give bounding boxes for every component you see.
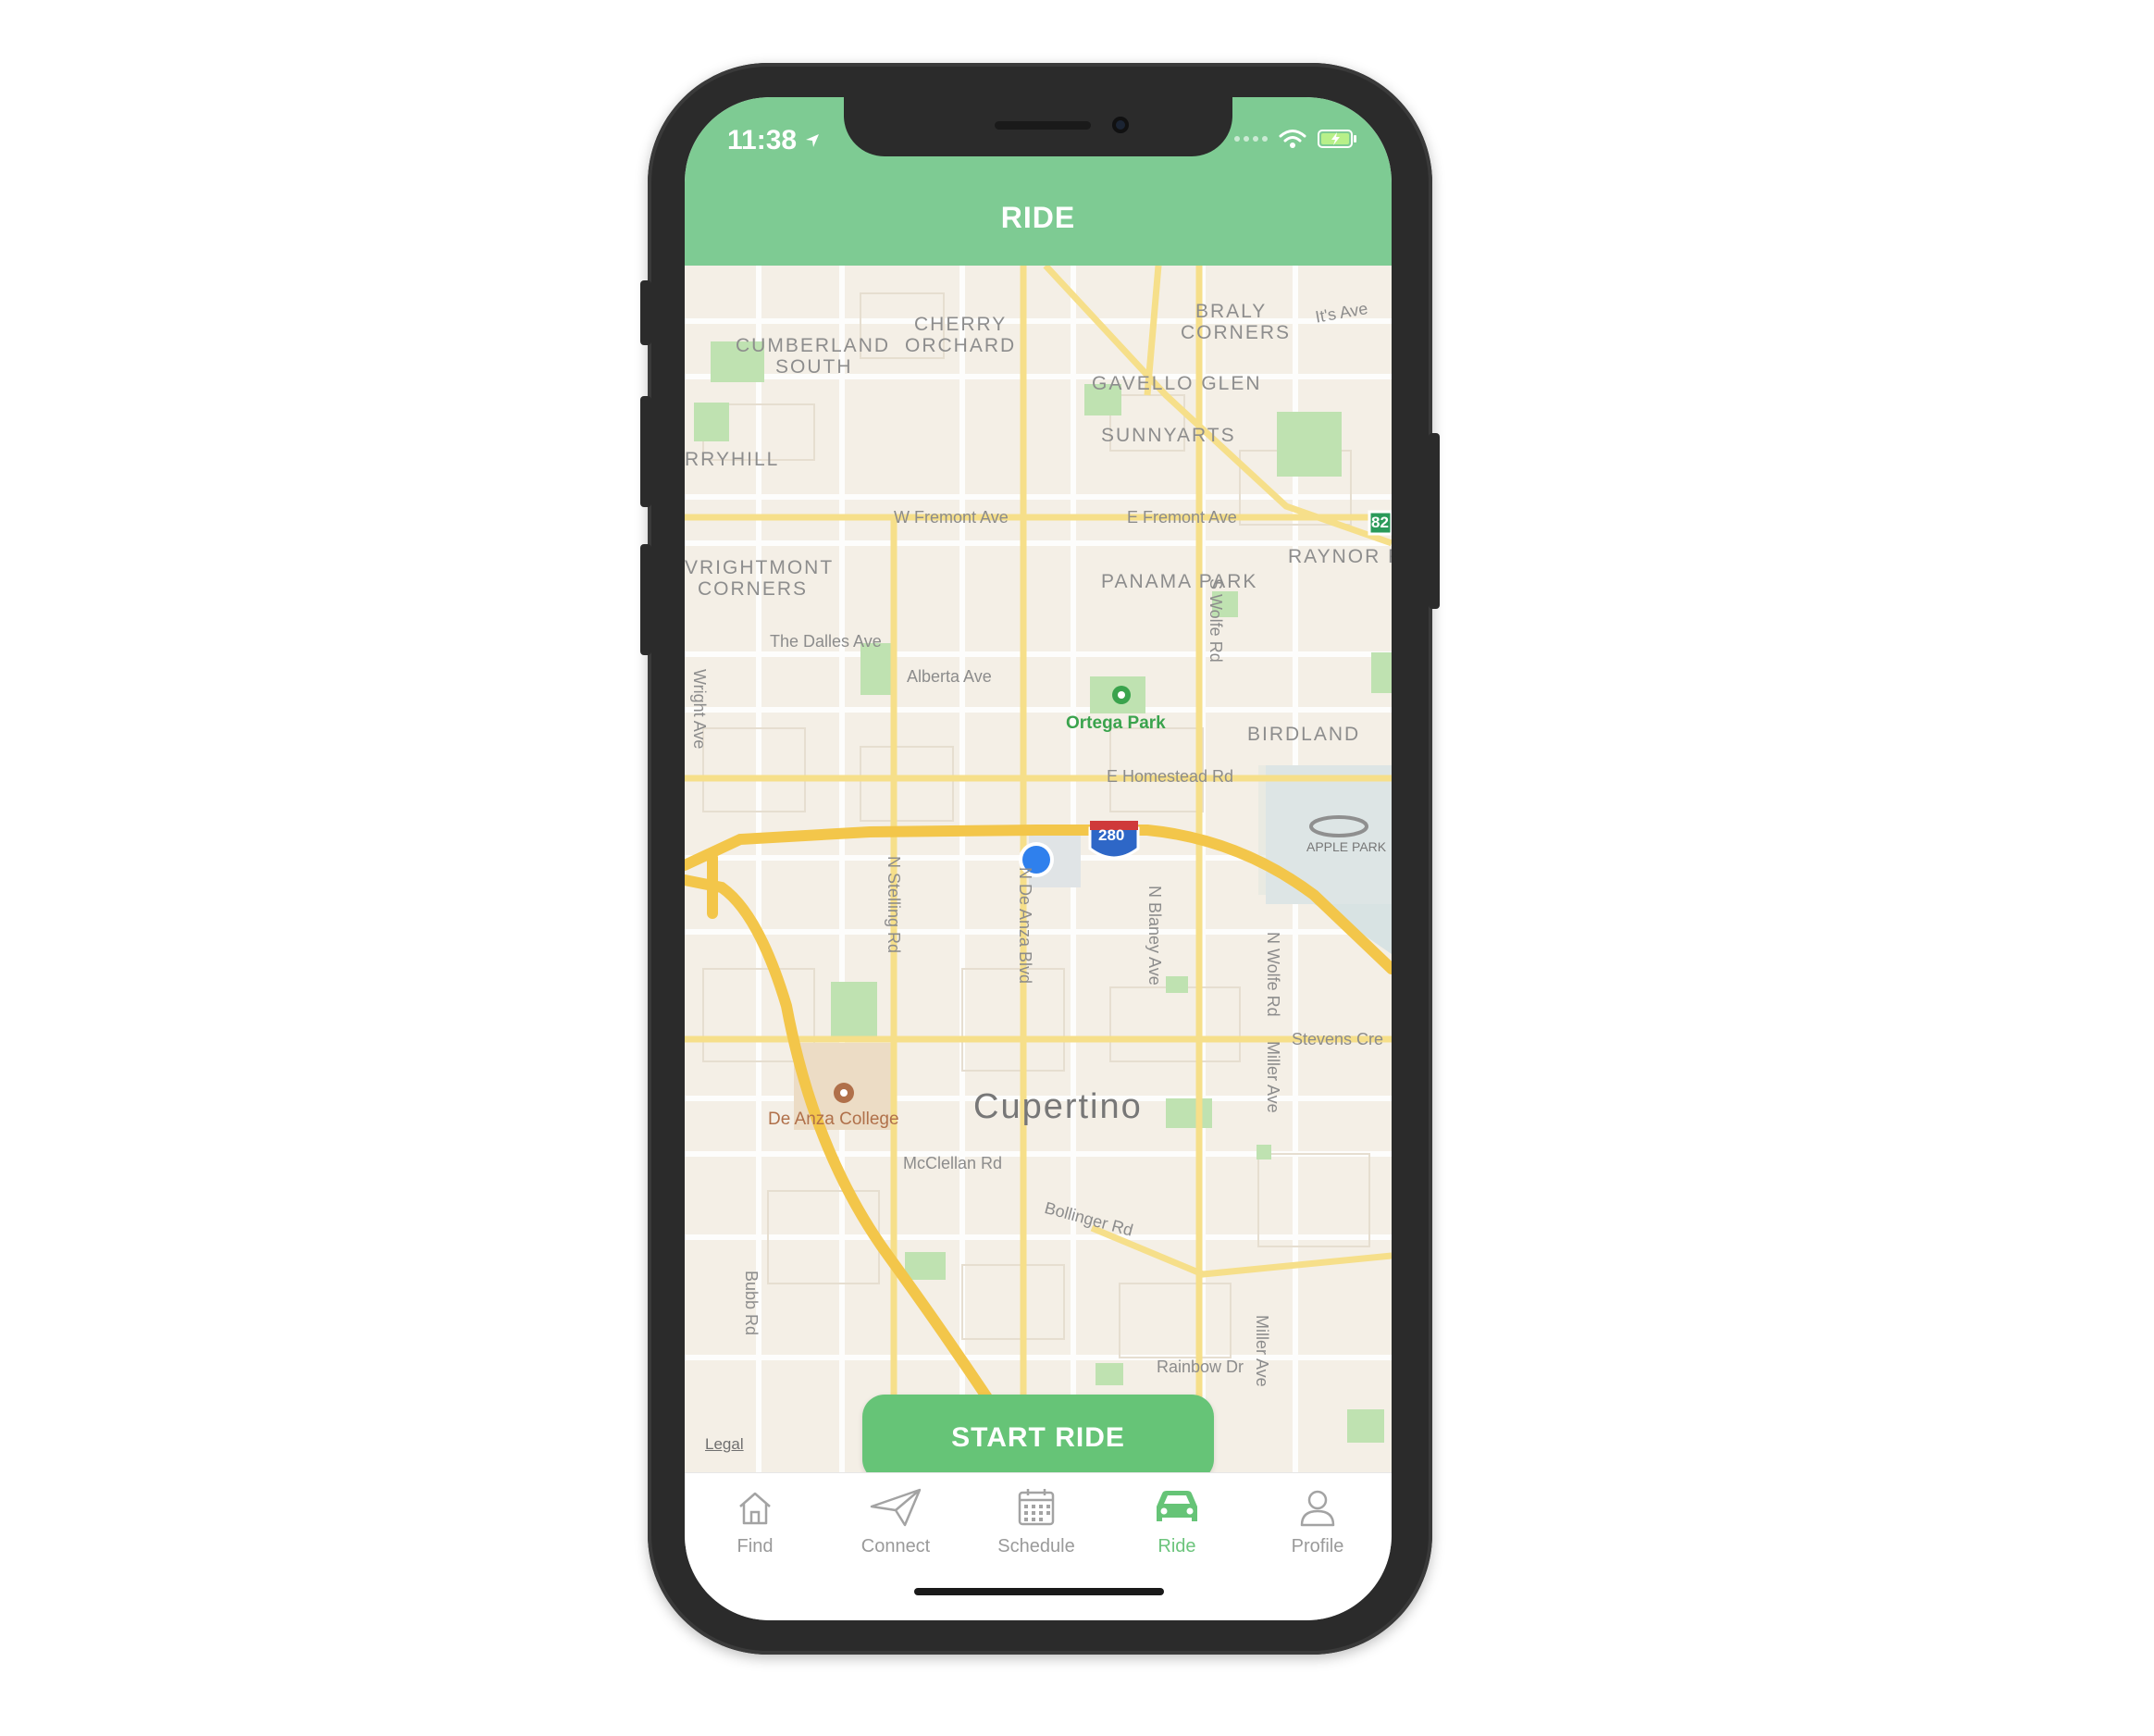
status-time-text: 11:38	[727, 125, 798, 155]
street-label: Miller Ave	[1264, 1041, 1282, 1113]
area-label: CORNERS	[1181, 322, 1292, 343]
city-label: Cupertino	[973, 1087, 1143, 1126]
speaker-grille	[995, 121, 1091, 130]
area-label: RRYHILL	[685, 449, 780, 470]
street-label: N De Anza Blvd	[1016, 867, 1034, 985]
phone-frame: 11:38 RIDE CUMBERLAND SOUTH CHERRY ORCHA…	[640, 63, 1440, 1655]
tab-ride[interactable]: Ride	[1107, 1486, 1247, 1579]
map-view[interactable]: CUMBERLAND SOUTH CHERRY ORCHARD BRALY CO…	[685, 266, 1392, 1472]
tab-find[interactable]: Find	[685, 1486, 825, 1579]
area-label: PANAMA PARK	[1101, 571, 1258, 592]
status-time: 11:38	[727, 125, 821, 156]
area-label: VRIGHTMONT	[685, 557, 835, 578]
wifi-icon	[1279, 130, 1306, 148]
street-label: E Fremont Ave	[1127, 508, 1237, 527]
start-ride-button[interactable]: START RIDE	[862, 1395, 1214, 1472]
area-label: CORNERS	[698, 578, 809, 600]
signal-dots	[1234, 136, 1268, 142]
volume-down-button	[640, 544, 651, 655]
park-label[interactable]: Ortega Park	[1066, 713, 1166, 734]
battery-charging-icon	[1318, 130, 1356, 148]
tab-label: Connect	[860, 1536, 931, 1556]
power-button	[1429, 433, 1440, 609]
tab-profile[interactable]: Profile	[1247, 1486, 1388, 1579]
street-label: Wright Ave	[690, 669, 709, 750]
tab-label: Find	[737, 1536, 774, 1556]
street-label: N Stelling Rd	[885, 856, 903, 954]
calendar-icon	[1018, 1489, 1055, 1526]
landmark-label[interactable]: APPLE PARK	[1306, 839, 1386, 854]
street-label: The Dalles Ave	[770, 632, 882, 651]
area-label: ORCHARD	[905, 335, 1017, 356]
status-right	[1234, 129, 1358, 149]
college-label[interactable]: De Anza College	[768, 1110, 899, 1130]
street-label: N Wolfe Rd	[1264, 932, 1282, 1017]
area-label: RAYNOR P	[1288, 546, 1392, 567]
street-label: Miller Ave	[1253, 1315, 1271, 1387]
tab-schedule[interactable]: Schedule	[966, 1486, 1107, 1579]
area-label: BIRDLAND	[1247, 724, 1361, 745]
legal-link[interactable]: Legal	[705, 1435, 744, 1454]
street-label: Rainbow Dr	[1157, 1358, 1244, 1376]
front-camera	[1112, 117, 1129, 133]
area-label: BRALY	[1195, 301, 1268, 322]
street-label: E Homestead Rd	[1107, 767, 1234, 786]
street-label: McClellan Rd	[903, 1154, 1003, 1172]
tab-label: Ride	[1157, 1536, 1196, 1556]
street-label: Bubb Rd	[742, 1271, 761, 1336]
tab-bar: Find Connect Schedule Ride Profile	[685, 1472, 1392, 1620]
mute-switch	[640, 280, 651, 345]
area-label: SUNNYARTS	[1101, 425, 1236, 446]
area-label: SOUTH	[775, 356, 853, 378]
map-canvas	[685, 266, 1392, 1472]
home-icon	[739, 1492, 771, 1525]
page-title: RIDE	[1000, 201, 1076, 234]
area-label: GAVELLO GLEN	[1092, 373, 1262, 394]
car-icon	[1157, 1491, 1197, 1521]
tab-label: Schedule	[997, 1536, 1075, 1556]
phone-screen: 11:38 RIDE CUMBERLAND SOUTH CHERRY ORCHA…	[685, 97, 1392, 1620]
area-label: CUMBERLAND	[736, 335, 891, 356]
street-label: W Fremont Ave	[894, 508, 1009, 527]
home-indicator[interactable]	[914, 1588, 1164, 1595]
volume-up-button	[640, 396, 651, 507]
user-icon	[1300, 1490, 1335, 1527]
street-label: N Blaney Ave	[1145, 886, 1164, 986]
street-label: Stevens Cre	[1292, 1030, 1384, 1048]
tab-connect[interactable]: Connect	[825, 1486, 966, 1579]
location-arrow-icon	[806, 134, 820, 147]
notch	[844, 97, 1232, 156]
highway-280-label: 280	[1098, 826, 1125, 844]
street-label: Alberta Ave	[907, 667, 992, 686]
tab-label: Profile	[1291, 1536, 1344, 1556]
street-label: S Wolfe Rd	[1207, 578, 1225, 663]
area-label: CHERRY	[914, 314, 1008, 335]
highway-82-label: 82	[1371, 514, 1389, 531]
paper-plane-icon	[870, 1488, 922, 1527]
